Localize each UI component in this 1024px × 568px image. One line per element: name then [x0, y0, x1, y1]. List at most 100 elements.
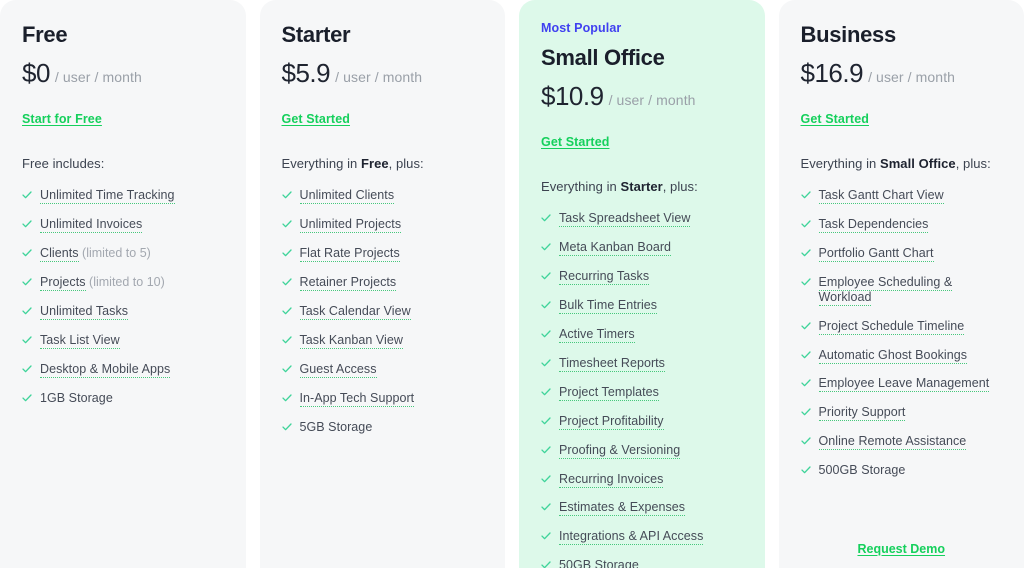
feature-label[interactable]: Online Remote Assistance: [818, 434, 967, 451]
plan-name: Business: [800, 22, 897, 47]
feature-label-wrap: Recurring Tasks: [559, 268, 650, 285]
feature-label[interactable]: Guest Access: [299, 362, 377, 379]
feature-item: Guest Access: [281, 362, 484, 379]
feature-item: Unlimited Tasks: [22, 304, 224, 321]
plan-cta-link[interactable]: Start for Free: [22, 112, 102, 126]
feature-item: Retainer Projects: [281, 275, 484, 292]
feature-item: Desktop & Mobile Apps: [22, 362, 224, 379]
feature-label-wrap: Task Kanban View: [299, 333, 403, 350]
check-icon: [541, 300, 551, 310]
feature-item: Online Remote Assistance: [800, 434, 1003, 451]
check-icon: [541, 474, 551, 484]
feature-label-wrap: 50GB Storage: [559, 558, 639, 568]
feature-label[interactable]: Integrations & API Access: [559, 529, 704, 546]
feature-label[interactable]: Task Kanban View: [299, 333, 403, 350]
feature-label: 50GB Storage: [559, 558, 639, 568]
plan-price-unit: / user / month: [608, 91, 696, 108]
pricing-table: Free $0/ user / month Start for Free Free i…: [0, 0, 1024, 568]
feature-label[interactable]: Task List View: [40, 333, 120, 350]
plan-cta-link[interactable]: Get Started: [801, 112, 869, 126]
feature-label[interactable]: Recurring Tasks: [559, 268, 650, 285]
feature-label: 1GB Storage: [40, 391, 113, 406]
plan-cta-link[interactable]: Get Started: [282, 112, 350, 126]
feature-label-wrap: Desktop & Mobile Apps: [40, 362, 171, 379]
feature-label[interactable]: Automatic Ghost Bookings: [818, 347, 967, 364]
check-icon: [281, 335, 292, 345]
feature-label[interactable]: Meta Kanban Board: [559, 239, 672, 256]
check-icon: [281, 422, 292, 432]
feature-label[interactable]: Priority Support: [818, 405, 906, 422]
feature-label[interactable]: In-App Tech Support: [299, 391, 415, 408]
check-icon: [800, 277, 811, 287]
check-icon: [281, 393, 292, 403]
feature-label-wrap: Projects (limited to 10): [40, 275, 165, 292]
feature-label[interactable]: Flat Rate Projects: [299, 246, 400, 263]
check-icon: [541, 387, 551, 397]
check-icon: [22, 335, 32, 345]
feature-item: Active Timers: [541, 326, 743, 343]
feature-label-wrap: 1GB Storage: [40, 391, 113, 405]
feature-item: Unlimited Projects: [281, 217, 484, 234]
feature-label-wrap: Project Schedule Timeline: [818, 318, 965, 335]
feature-label[interactable]: Projects: [40, 275, 86, 292]
feature-label-wrap: Task Spreadsheet View: [559, 210, 691, 227]
feature-label-wrap: Flat Rate Projects: [299, 246, 400, 263]
plan-price-row: $10.9/ user / month: [541, 81, 743, 112]
includes-prefix: Free includes:: [22, 156, 105, 172]
feature-item: Task List View: [22, 333, 224, 350]
includes-prefix: Everything in: [800, 156, 880, 172]
plan-card-free: Free $0/ user / month Start for Free Free i…: [0, 0, 246, 568]
feature-label[interactable]: Employee Scheduling & Workload: [818, 275, 953, 306]
feature-label[interactable]: Proofing & Versioning: [559, 442, 681, 459]
check-icon: [541, 560, 551, 568]
feature-item: 5GB Storage: [281, 420, 484, 434]
check-icon: [800, 190, 811, 200]
feature-label-wrap: Task List View: [40, 333, 120, 350]
check-icon: [541, 329, 551, 339]
feature-label-wrap: Recurring Invoices: [559, 471, 664, 488]
feature-label[interactable]: Recurring Invoices: [559, 471, 664, 488]
feature-label[interactable]: Active Timers: [559, 326, 635, 343]
feature-item: Bulk Time Entries: [541, 297, 743, 314]
feature-label[interactable]: Unlimited Projects: [299, 217, 402, 234]
includes-suffix: , plus:: [388, 156, 424, 172]
feature-label[interactable]: Timesheet Reports: [559, 355, 665, 372]
feature-label[interactable]: Desktop & Mobile Apps: [40, 362, 171, 379]
feature-item: Estimates & Expenses: [541, 500, 743, 517]
feature-label[interactable]: Clients: [40, 246, 79, 263]
feature-label-wrap: Meta Kanban Board: [559, 239, 672, 256]
feature-label-wrap: Estimates & Expenses: [559, 500, 686, 517]
feature-label[interactable]: Task Calendar View: [299, 304, 411, 321]
feature-label[interactable]: Estimates & Expenses: [559, 500, 686, 517]
check-icon: [22, 248, 32, 258]
feature-label[interactable]: Bulk Time Entries: [559, 297, 658, 314]
feature-label[interactable]: Project Profitability: [559, 413, 664, 430]
request-demo-link[interactable]: Request Demo: [857, 542, 945, 556]
check-icon: [800, 407, 811, 417]
feature-label[interactable]: Retainer Projects: [299, 275, 397, 292]
check-icon: [22, 364, 32, 374]
includes-suffix: , plus:: [955, 156, 991, 172]
feature-item: Clients (limited to 5): [22, 246, 224, 263]
feature-label[interactable]: Portfolio Gantt Chart: [818, 246, 934, 263]
feature-item: Project Schedule Timeline: [800, 318, 1003, 335]
feature-label[interactable]: Employee Leave Management: [818, 376, 990, 393]
feature-label[interactable]: Unlimited Tasks: [40, 304, 129, 321]
feature-label-wrap: Bulk Time Entries: [559, 297, 658, 314]
feature-item: Task Calendar View: [281, 304, 484, 321]
plan-includes-line: Everything in Starter, plus:: [541, 179, 743, 194]
feature-label[interactable]: Unlimited Clients: [299, 188, 395, 205]
feature-label-wrap: Unlimited Time Tracking: [40, 188, 175, 205]
plan-cta-link[interactable]: Get Started: [541, 135, 609, 149]
most-popular-badge: Most Popular: [541, 21, 622, 35]
feature-label[interactable]: Task Gantt Chart View: [818, 188, 944, 205]
check-icon: [281, 306, 292, 316]
feature-label[interactable]: Project Schedule Timeline: [818, 318, 965, 335]
feature-label[interactable]: Task Spreadsheet View: [559, 210, 691, 227]
feature-list: Task Gantt Chart View Task Dependencies Po…: [800, 188, 1003, 492]
feature-label[interactable]: Project Templates: [559, 384, 659, 401]
feature-label[interactable]: Unlimited Time Tracking: [40, 188, 175, 205]
check-icon: [541, 242, 551, 252]
feature-label[interactable]: Task Dependencies: [818, 217, 929, 234]
feature-label[interactable]: Unlimited Invoices: [40, 217, 143, 234]
